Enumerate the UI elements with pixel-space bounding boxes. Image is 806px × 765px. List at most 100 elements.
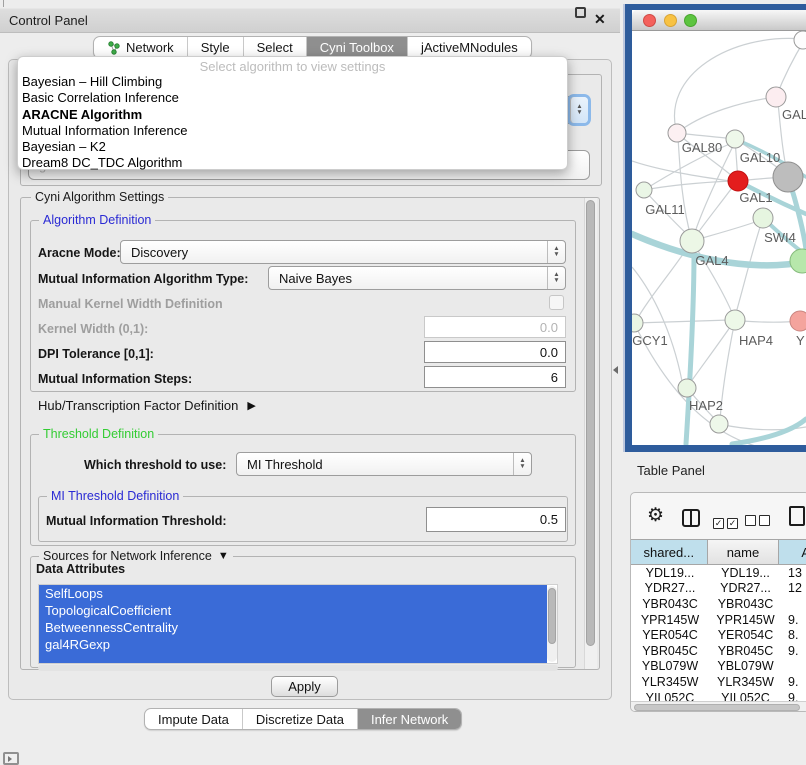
network-node[interactable] (790, 249, 806, 273)
tab-cyni-toolbox[interactable]: Cyni Toolbox (307, 37, 408, 58)
floating-panel-icon[interactable] (3, 752, 19, 765)
kernel-width-field[interactable]: 0.0 (424, 316, 566, 338)
network-node[interactable] (680, 229, 704, 253)
table-row-partial[interactable]: YIL052CYIL052C9. (631, 690, 806, 701)
network-node[interactable] (766, 87, 786, 107)
table-panel: ⚙ ✓✓ shared... name A YDL19...YDL19...13… (630, 492, 806, 712)
network-node[interactable] (678, 379, 696, 397)
attribute-item-selected[interactable]: gal4RGexp (39, 636, 547, 653)
table-row[interactable]: YDR27...YDR27...12 (631, 581, 806, 597)
tab-discretize-data[interactable]: Discretize Data (243, 709, 358, 729)
mi-algorithm-type-label: Mutual Information Algorithm Type: (38, 272, 248, 286)
mi-steps-label: Mutual Information Steps: (38, 372, 192, 386)
attribute-item-selected[interactable]: BetweennessCentrality (39, 619, 547, 636)
mi-algorithm-type-combo[interactable]: Naive Bayes ▲▼ (268, 266, 566, 290)
minimize-window-icon[interactable] (664, 14, 677, 27)
network-node[interactable] (726, 130, 744, 148)
network-icon (107, 41, 121, 55)
dropdown-item[interactable]: Mutual Information Inference (18, 123, 567, 139)
panel-divider-arrow[interactable] (613, 366, 618, 374)
column-header-shared-name[interactable]: shared... (631, 540, 708, 564)
tab-infer-network[interactable]: Infer Network (358, 709, 461, 729)
attribute-item-selected[interactable]: SelfLoops (39, 585, 547, 602)
combo-stepper-icon: ▲▼ (547, 241, 565, 263)
dropdown-item[interactable]: Bayesian – Hill Climbing (18, 74, 567, 90)
mi-threshold-label: Mutual Information Threshold: (46, 514, 227, 528)
aracne-mode-label: Aracne Mode: (38, 246, 121, 260)
tab-select[interactable]: Select (244, 37, 307, 58)
select-all-rows-icon[interactable]: ✓✓ (713, 513, 741, 531)
network-node[interactable] (794, 31, 806, 49)
dpi-tolerance-field[interactable]: 0.0 (424, 341, 566, 363)
dropdown-item-selected[interactable]: ARACNE Algorithm (18, 107, 567, 123)
tab-network-label: Network (126, 40, 174, 55)
column-header-name[interactable]: name (708, 540, 780, 564)
sources-title[interactable]: Sources for Network Inference ▼ (39, 549, 233, 563)
close-window-icon[interactable] (643, 14, 656, 27)
combo-stepper-icon: ▲ ▼ (570, 97, 588, 123)
table-row[interactable]: YER054CYER054C8. (631, 627, 806, 643)
mi-steps-field[interactable]: 6 (424, 366, 566, 388)
attributes-scrollbar-thumb[interactable] (548, 588, 556, 644)
kernel-width-label: Kernel Width (0,1): (38, 322, 148, 336)
sources-hscrollbar[interactable] (38, 665, 558, 671)
network-node[interactable] (725, 310, 745, 330)
deselect-all-rows-icon[interactable] (745, 513, 773, 531)
network-node[interactable] (753, 208, 773, 228)
document-icon[interactable] (789, 506, 805, 526)
network-node-selected[interactable] (728, 171, 748, 191)
dropdown-item[interactable]: Dream8 DC_TDC Algorithm (18, 155, 567, 171)
table-row[interactable]: YBR043CYBR043C (631, 596, 806, 612)
network-node[interactable] (636, 182, 652, 198)
table-row[interactable]: YPR145WYPR145W9. (631, 612, 806, 628)
table-body: YDL19...YDL19...13 YDR27...YDR27...12 YB… (631, 565, 806, 701)
apply-button[interactable]: Apply (271, 676, 338, 697)
node-label: GAL (782, 107, 806, 122)
tab-network[interactable]: Network (94, 37, 188, 58)
table-row[interactable]: YBL079WYBL079W (631, 659, 806, 675)
network-node[interactable] (710, 415, 728, 433)
table-row[interactable]: YLR345WYLR345W9. (631, 674, 806, 690)
network-view-window: GAL GAL80 GAL10 GAL1 GAL11 SWI4 GAL4 GCY… (625, 4, 806, 452)
which-threshold-value: MI Threshold (237, 457, 323, 472)
node-label: Y (796, 333, 805, 348)
network-node[interactable] (790, 311, 806, 331)
zoom-window-icon[interactable] (684, 14, 697, 27)
mi-threshold-field[interactable]: 0.5 (426, 507, 566, 532)
settings-group-title: Cyni Algorithm Settings (31, 190, 168, 204)
manual-kernel-width-label: Manual Kernel Width Definition (38, 297, 223, 311)
which-threshold-combo[interactable]: MI Threshold ▲▼ (236, 452, 532, 476)
table-hscrollbar[interactable] (631, 701, 806, 712)
network-window-titlebar[interactable] (632, 10, 806, 31)
network-node[interactable] (632, 314, 643, 332)
screenshot-root: { "icons": { "gear": "⚙", "stepper_up": … (0, 0, 806, 762)
control-panel-titlebar: Control Panel (0, 8, 620, 33)
unchecked-box-icon (745, 515, 756, 526)
network-canvas[interactable]: GAL GAL80 GAL10 GAL1 GAL11 SWI4 GAL4 GCY… (632, 31, 806, 445)
tab-impute-data[interactable]: Impute Data (145, 709, 243, 729)
hub-definition-expander[interactable]: Hub/Transcription Factor Definition ▶ (38, 398, 256, 413)
column-view-icon[interactable] (682, 509, 700, 527)
combo-stepper-icon: ▲▼ (513, 453, 531, 475)
attribute-item-selected[interactable]: TopologicalCoefficient (39, 602, 547, 619)
unchecked-box-icon (759, 515, 770, 526)
close-panel-icon[interactable]: ✕ (594, 11, 606, 28)
node-label: HAP4 (739, 333, 773, 348)
aracne-mode-combo[interactable]: Discovery ▲▼ (120, 240, 566, 264)
table-row[interactable]: YDL19...YDL19...13 (631, 565, 806, 581)
settings-scrollbar-thumb[interactable] (586, 200, 595, 646)
gear-icon[interactable]: ⚙ (647, 504, 664, 527)
float-panel-icon[interactable] (575, 7, 586, 18)
dropdown-item[interactable]: Basic Correlation Inference (18, 90, 567, 106)
column-header-partial[interactable]: A (779, 540, 806, 564)
dropdown-item[interactable]: Bayesian – K2 (18, 139, 567, 155)
network-node[interactable] (773, 162, 803, 192)
mi-algorithm-type-value: Naive Bayes (269, 271, 352, 286)
manual-kernel-width-checkbox[interactable] (549, 295, 564, 310)
tab-jactivemnodules[interactable]: jActiveMNodules (408, 37, 531, 58)
table-panel-title: Table Panel (637, 463, 705, 478)
table-row[interactable]: YBR045CYBR045C9. (631, 643, 806, 659)
table-hscrollbar-thumb[interactable] (634, 704, 800, 711)
expander-expanded-icon: ▼ (218, 550, 229, 562)
tab-style[interactable]: Style (188, 37, 244, 58)
